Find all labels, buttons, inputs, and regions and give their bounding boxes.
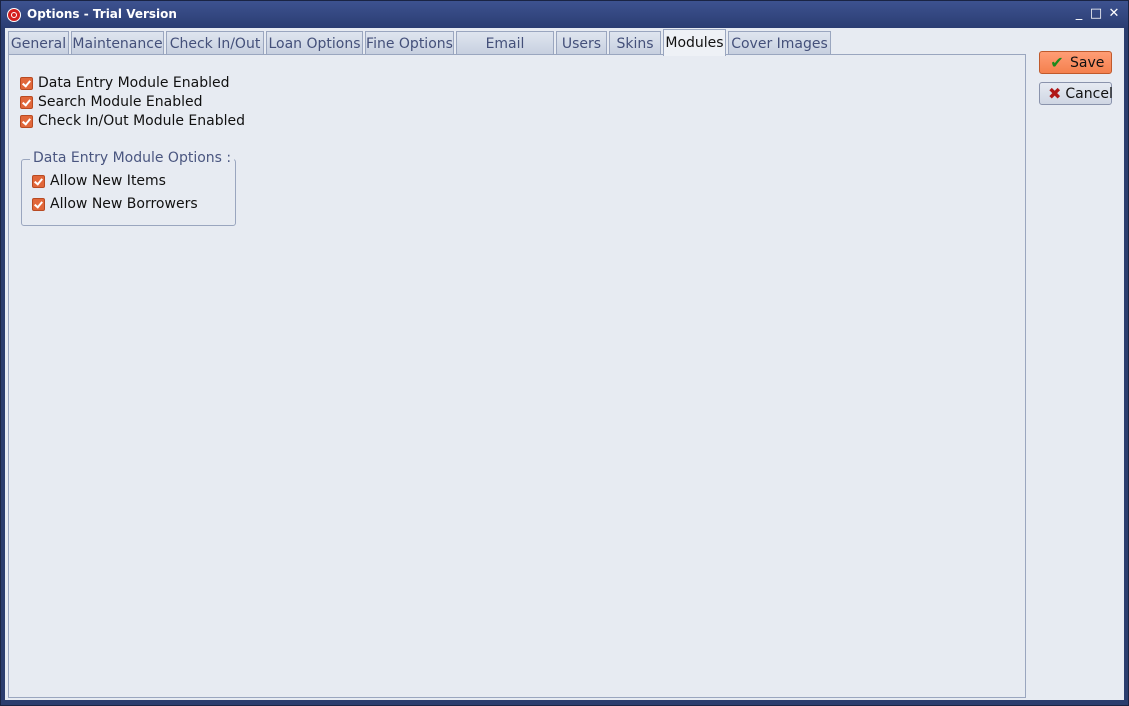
tab-general[interactable]: General	[8, 31, 69, 55]
allow-new-borrowers-label: Allow New Borrowers	[50, 196, 198, 212]
tab-users[interactable]: Users	[556, 31, 607, 55]
group-legend: Data Entry Module Options :	[30, 150, 235, 166]
x-icon: ✖	[1048, 84, 1062, 103]
data-entry-options-group: Data Entry Module Options : Allow New It…	[21, 150, 236, 226]
search-module-checkbox[interactable]: Search Module Enabled	[20, 93, 202, 111]
search-module-label: Search Module Enabled	[38, 94, 203, 110]
tab-skins[interactable]: Skins	[609, 31, 661, 55]
checkbox-checked-icon[interactable]	[20, 76, 33, 90]
save-button[interactable]: ✔ Save	[1039, 51, 1112, 74]
tab-fine-options[interactable]: Fine Options	[365, 31, 454, 55]
allow-new-items-checkbox[interactable]: Allow New Items	[32, 172, 166, 190]
tab-maintenance[interactable]: Maintenance	[71, 31, 164, 55]
check-in-out-module-checkbox[interactable]: Check In/Out Module Enabled	[20, 112, 245, 130]
tab-check-in-out[interactable]: Check In/Out	[166, 31, 264, 55]
checkbox-checked-icon[interactable]	[20, 114, 33, 128]
tab-email-options[interactable]: Email Options	[456, 31, 554, 76]
checkbox-checked-icon[interactable]	[32, 174, 45, 188]
data-entry-module-label: Data Entry Module Enabled	[38, 75, 230, 91]
title-bar[interactable]: Options - Trial Version _ □ ✕	[1, 1, 1128, 28]
tab-cover-images[interactable]: Cover Images	[728, 31, 831, 55]
check-icon: ✔	[1050, 53, 1064, 72]
tab-loan-options[interactable]: Loan Options	[266, 31, 363, 55]
checkbox-checked-icon[interactable]	[20, 95, 33, 109]
app-icon[interactable]	[7, 8, 21, 22]
cancel-label: Cancel	[1065, 85, 1113, 102]
cancel-button[interactable]: ✖ Cancel	[1039, 82, 1113, 105]
data-entry-module-checkbox[interactable]: Data Entry Module Enabled	[20, 74, 230, 92]
save-label: Save	[1070, 54, 1105, 71]
allow-new-items-label: Allow New Items	[50, 173, 166, 189]
close-button[interactable]: ✕	[1104, 5, 1124, 23]
modules-panel: Data Entry Module Enabled Search Module …	[8, 54, 1026, 698]
tab-modules[interactable]: Modules	[663, 29, 726, 56]
checkbox-checked-icon[interactable]	[32, 197, 45, 211]
check-in-out-module-label: Check In/Out Module Enabled	[38, 113, 245, 129]
allow-new-borrowers-checkbox[interactable]: Allow New Borrowers	[32, 195, 198, 213]
options-window: Options - Trial Version _ □ ✕ General Ma…	[0, 0, 1129, 706]
dialog-body: General Maintenance Check In/Out Loan Op…	[5, 28, 1124, 700]
window-title: Options - Trial Version	[27, 7, 177, 21]
maximize-button[interactable]: □	[1086, 5, 1106, 23]
